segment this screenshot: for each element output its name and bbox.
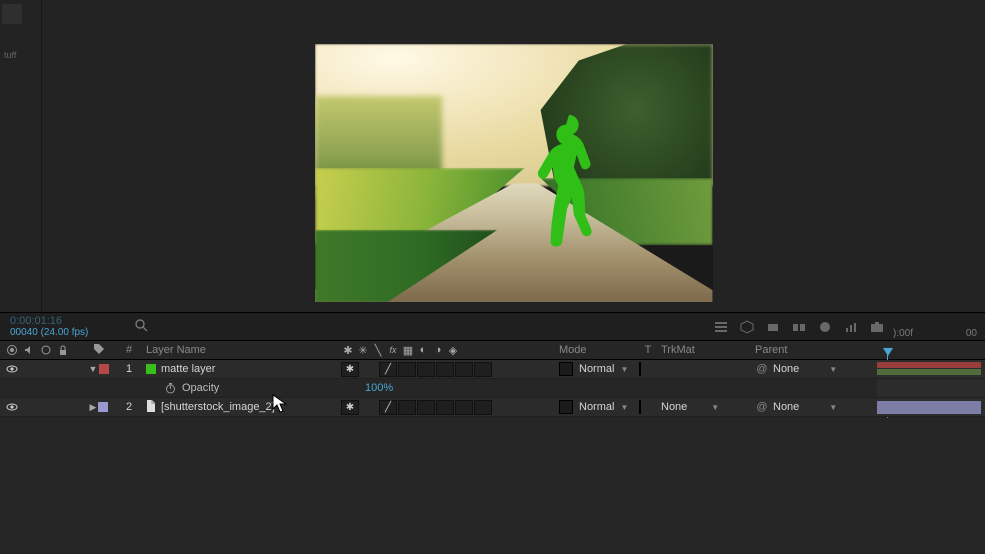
fx-switch-icon: fx xyxy=(386,343,400,357)
frame-blend-switch[interactable] xyxy=(417,362,435,377)
layer-name-column-header[interactable]: Layer Name xyxy=(140,344,339,356)
index-column-header: # xyxy=(118,344,140,356)
ruler-tick: ):00f xyxy=(893,328,913,339)
3d-switch[interactable] xyxy=(474,400,492,415)
t-checkbox[interactable] xyxy=(639,400,641,414)
tools-panel: tuff xyxy=(0,0,42,312)
fx-switch[interactable] xyxy=(398,362,416,377)
property-track[interactable] xyxy=(877,379,985,397)
parent-dropdown[interactable]: None▼ xyxy=(773,401,837,413)
quality-switch-icon: ╲ xyxy=(371,343,385,357)
timeline-empty-area[interactable] xyxy=(0,418,985,554)
current-timecode[interactable]: 0:00:01:16 xyxy=(10,316,128,327)
motion-blur-switch-icon: ◐ xyxy=(416,343,430,357)
blend-mode-dropdown[interactable]: Normal▼ xyxy=(579,401,628,413)
frame-blend-icon[interactable] xyxy=(791,319,807,335)
mode-column-header[interactable]: Mode xyxy=(555,344,639,356)
graph-editor-icon[interactable] xyxy=(843,319,859,335)
layer-bar[interactable] xyxy=(877,362,981,368)
twirl-down-icon[interactable]: ▼ xyxy=(89,364,98,374)
layer-rows: ▼ 1 matte layer ✱ ╱ Normal▼ @ None▼ xyxy=(0,360,985,417)
draft-3d-icon[interactable] xyxy=(739,319,755,335)
frame-rate-display: 00040 (24.00 fps) xyxy=(10,327,128,338)
adjustment-switch-icon: ◑ xyxy=(431,343,445,357)
audio-column-icon[interactable] xyxy=(23,344,35,356)
parent-dropdown[interactable]: None▼ xyxy=(773,363,837,375)
adjustment-switch[interactable] xyxy=(455,400,473,415)
shy-switch-icon: ✱ xyxy=(341,343,355,357)
shy-switch[interactable]: ✱ xyxy=(341,362,359,377)
file-icon xyxy=(146,400,156,415)
layer-bar[interactable] xyxy=(877,401,981,414)
frame-blend-switch[interactable] xyxy=(417,400,435,415)
layer-bar[interactable] xyxy=(877,369,981,375)
solid-color-swatch xyxy=(146,364,156,374)
search-icon[interactable] xyxy=(134,318,148,335)
switches-column-header: ✱ ✳ ╲ fx ▦ ◐ ◑ ◈ xyxy=(339,343,555,357)
preserve-transparency-checkbox[interactable] xyxy=(559,400,573,414)
tool-button[interactable] xyxy=(2,4,22,24)
quality-switch[interactable]: ╱ xyxy=(379,362,397,377)
video-column-icon[interactable] xyxy=(6,344,18,356)
timeline-header: 0:00:01:16 00040 (24.00 fps) ):00f 00 xyxy=(0,312,985,340)
matte-silhouette xyxy=(533,111,603,266)
panel-label: tuff xyxy=(4,50,16,60)
frame-blend-switch-icon: ▦ xyxy=(401,343,415,357)
t-checkbox[interactable] xyxy=(639,362,641,376)
label-swatch[interactable] xyxy=(98,402,108,412)
motion-blur-switch[interactable] xyxy=(436,362,454,377)
property-row[interactable]: Opacity 100% xyxy=(0,379,985,398)
layer-name-text[interactable]: [shutterstock_image_2] xyxy=(161,401,275,413)
shy-icon[interactable] xyxy=(765,319,781,335)
motion-blur-switch[interactable] xyxy=(436,400,454,415)
preview-canvas xyxy=(315,44,713,302)
solo-column-icon[interactable] xyxy=(40,344,52,356)
layer-row[interactable]: ▼ 1 matte layer ✱ ╱ Normal▼ @ None▼ xyxy=(0,360,985,379)
collapse-switch[interactable] xyxy=(360,362,378,377)
stopwatch-icon[interactable] xyxy=(164,382,176,394)
collapse-switch-icon: ✳ xyxy=(356,343,370,357)
layer-track[interactable] xyxy=(877,360,985,378)
collapse-switch[interactable] xyxy=(360,400,378,415)
ruler-tick: 00 xyxy=(966,328,977,339)
trkmat-dropdown[interactable]: None▼ xyxy=(661,401,719,413)
comp-flowchart-icon[interactable] xyxy=(713,319,729,335)
blend-mode-dropdown[interactable]: Normal▼ xyxy=(579,363,628,375)
motion-blur-icon[interactable] xyxy=(817,319,833,335)
playhead-indicator[interactable] xyxy=(883,348,893,356)
adjustment-switch[interactable] xyxy=(455,362,473,377)
trkmat-column-header[interactable]: TrkMat xyxy=(657,344,751,356)
layer-index: 1 xyxy=(118,363,140,375)
twirl-right-icon[interactable]: ▶ xyxy=(90,402,97,413)
t-column-header: T xyxy=(639,344,657,356)
visibility-toggle[interactable] xyxy=(6,363,18,375)
pickwhip-icon[interactable]: @ xyxy=(755,362,769,376)
parent-column-header[interactable]: Parent xyxy=(751,344,877,356)
visibility-toggle[interactable] xyxy=(6,401,18,413)
quality-switch[interactable]: ╱ xyxy=(379,400,397,415)
3d-switch[interactable] xyxy=(474,362,492,377)
label-swatch[interactable] xyxy=(99,364,109,374)
3d-switch-icon: ◈ xyxy=(446,343,460,357)
fx-switch[interactable] xyxy=(398,400,416,415)
composition-preview[interactable] xyxy=(42,0,985,312)
layer-columns-header: # Layer Name ✱ ✳ ╲ fx ▦ ◐ ◑ ◈ Mode T Trk… xyxy=(0,340,985,360)
layer-track[interactable] xyxy=(877,398,985,416)
layer-name-text[interactable]: matte layer xyxy=(161,363,215,375)
pickwhip-icon[interactable]: @ xyxy=(755,400,769,414)
shy-switch[interactable]: ✱ xyxy=(341,400,359,415)
property-name: Opacity xyxy=(182,382,219,394)
layer-row[interactable]: ▶ 2 [shutterstock_image_2] ✱ ╱ Normal▼ N… xyxy=(0,398,985,417)
preserve-transparency-checkbox[interactable] xyxy=(559,362,573,376)
layer-index: 2 xyxy=(118,401,140,413)
snapshot-icon[interactable] xyxy=(869,319,885,335)
opacity-value[interactable]: 100% xyxy=(365,382,393,394)
label-column-icon[interactable] xyxy=(93,343,105,358)
time-ruler[interactable]: ):00f 00 xyxy=(885,313,985,341)
lock-column-icon[interactable] xyxy=(57,344,69,356)
